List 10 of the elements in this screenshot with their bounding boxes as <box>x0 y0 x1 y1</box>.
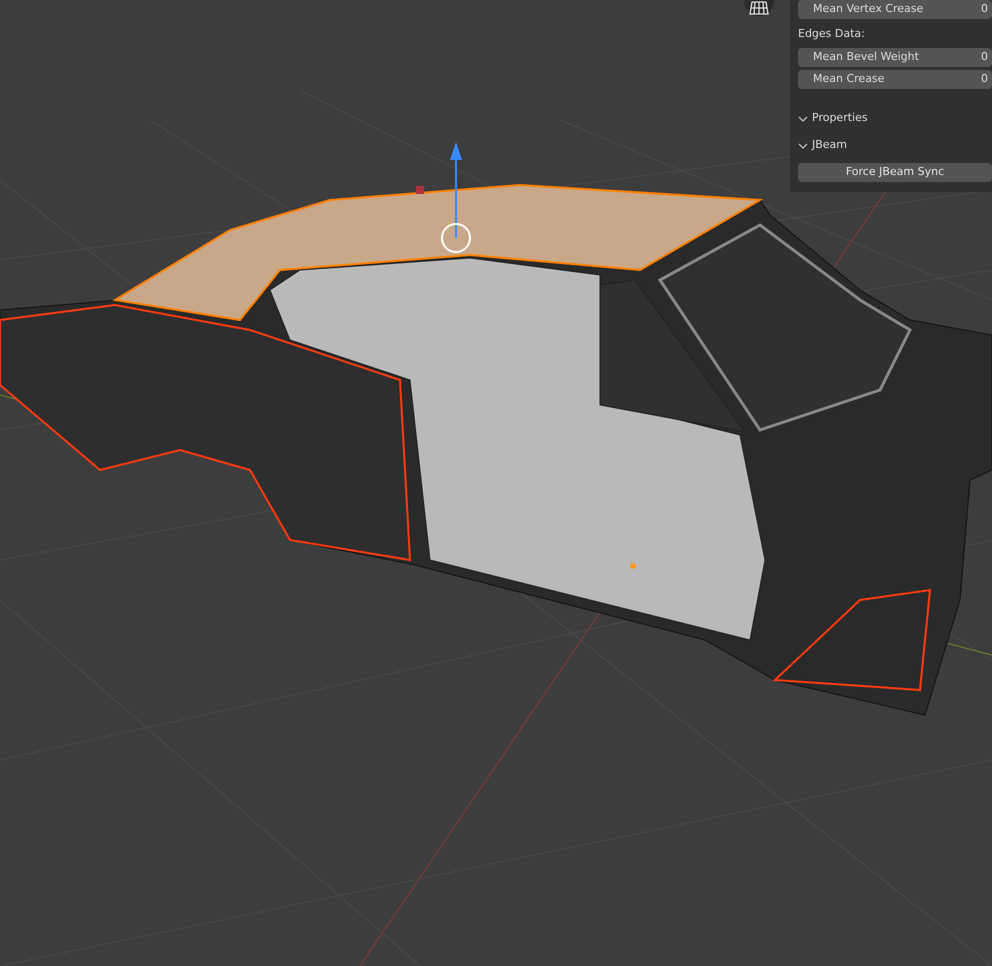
sync-button[interactable]: Force JBeam Sync <box>798 162 992 182</box>
chevron-down-icon <box>798 140 808 150</box>
chevron-down-icon <box>798 114 808 124</box>
section-label: Edges Data: <box>798 26 866 42</box>
number-field[interactable]: Mean Bevel Weight 0 <box>798 48 992 66</box>
panel-header[interactable]: Properties <box>798 104 992 132</box>
transform-gizmo-icon[interactable] <box>416 142 471 253</box>
number-field[interactable]: Mean Vertex Crease 0 <box>798 0 992 19</box>
panel-header[interactable]: JBeam <box>798 132 992 158</box>
number-field[interactable]: Mean Crease 0 <box>798 70 992 88</box>
